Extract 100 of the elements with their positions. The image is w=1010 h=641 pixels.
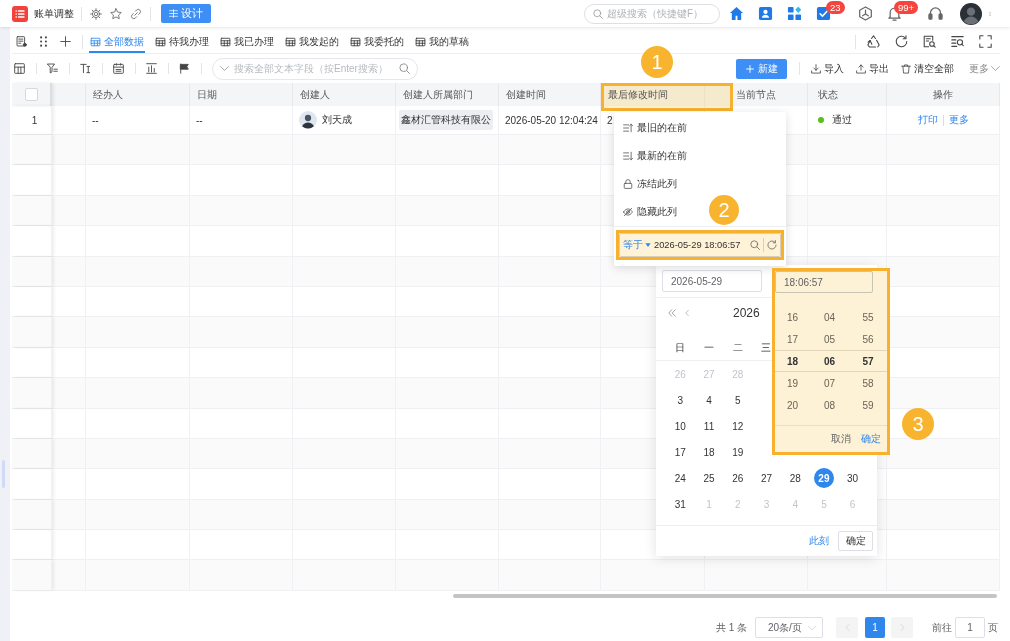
column-header[interactable]: 经办人 xyxy=(93,87,123,102)
view-tab[interactable]: 待我办理 xyxy=(154,30,210,53)
view-tab[interactable]: 全部数据 xyxy=(89,30,145,53)
calendar-icon[interactable] xyxy=(113,63,124,74)
cancel-button[interactable]: 取消 xyxy=(831,432,851,446)
time-option[interactable]: 58 xyxy=(849,372,887,394)
confirm-button[interactable]: 确定 xyxy=(838,531,873,551)
calendar-day[interactable]: 10 xyxy=(670,416,691,436)
calendar-day[interactable]: 4 xyxy=(699,390,720,410)
time-option[interactable]: 17 xyxy=(775,328,810,350)
more-button[interactable]: 更多 xyxy=(969,61,1000,76)
calendar-day[interactable]: 11 xyxy=(699,416,720,436)
recycle-icon[interactable] xyxy=(867,35,880,48)
report-search-icon[interactable] xyxy=(923,35,936,48)
flag-icon[interactable] xyxy=(179,63,190,74)
row-number: 1 xyxy=(31,114,38,126)
settings-icon[interactable] xyxy=(90,7,102,20)
select-all-checkbox[interactable] xyxy=(24,88,38,101)
refresh-icon[interactable] xyxy=(895,35,908,48)
column-header[interactable]: 日期 xyxy=(197,87,217,102)
calendar-day[interactable]: 25 xyxy=(699,468,720,488)
time-option[interactable]: 04 xyxy=(810,306,849,328)
column-header[interactable]: 创建时间 xyxy=(506,87,546,102)
calendar-day[interactable]: 28 xyxy=(785,468,806,488)
calendar-day[interactable]: 5 xyxy=(727,390,748,410)
column-header[interactable]: 状态 xyxy=(818,87,838,102)
time-option[interactable]: 20 xyxy=(775,394,810,416)
filter-value[interactable]: 2026-05-29 18:06:57 xyxy=(654,240,747,250)
home-icon[interactable] xyxy=(729,6,744,21)
form-list-icon[interactable] xyxy=(16,36,27,47)
avatar-icon[interactable] xyxy=(960,2,982,25)
time-option[interactable]: 06 xyxy=(810,350,849,372)
column-header[interactable]: 创建人所属部门 xyxy=(403,87,473,102)
time-option[interactable]: 59 xyxy=(849,394,887,416)
calendar-day[interactable]: 17 xyxy=(670,442,691,462)
time-option[interactable]: 05 xyxy=(810,328,849,350)
column-header[interactable]: 最后修改时间 xyxy=(608,87,668,102)
calendar-day[interactable]: 19 xyxy=(727,442,748,462)
filter-field[interactable]: 等于 2026-05-29 18:06:57 xyxy=(619,233,781,257)
export-button[interactable]: 导出 xyxy=(856,61,889,76)
contacts-icon[interactable] xyxy=(758,6,773,21)
fullscreen-icon[interactable] xyxy=(979,35,992,48)
operator-select[interactable]: 等于 xyxy=(623,238,651,252)
view-tab[interactable]: 我委托的 xyxy=(349,30,405,53)
apps-icon[interactable] xyxy=(787,6,802,21)
bar-chart-icon[interactable] xyxy=(146,63,157,74)
now-link[interactable]: 此刻 xyxy=(809,534,829,548)
filter-icon[interactable] xyxy=(47,63,58,74)
trash-icon xyxy=(901,63,911,74)
list-search-icon[interactable] xyxy=(951,35,964,48)
calendar-day[interactable]: 12 xyxy=(727,416,748,436)
calendar-day[interactable]: 18 xyxy=(699,442,720,462)
page-input[interactable]: 1 xyxy=(955,617,985,638)
column-header[interactable]: 当前节点 xyxy=(736,87,776,102)
page-size-select[interactable]: 20条/页 xyxy=(755,617,823,638)
view-tab[interactable]: 我的草稿 xyxy=(414,30,470,53)
time-option[interactable]: 57 xyxy=(849,350,887,372)
menu-item[interactable]: 隐藏此列 xyxy=(623,205,677,219)
add-icon[interactable] xyxy=(60,36,71,47)
calendar-day[interactable]: 27 xyxy=(756,468,777,488)
search-icon[interactable] xyxy=(750,240,760,250)
clear-all-button[interactable]: 清空全部 xyxy=(901,61,954,76)
time-option[interactable]: 56 xyxy=(849,328,887,350)
drag-dots-icon[interactable] xyxy=(38,36,49,47)
text-size-icon[interactable] xyxy=(80,63,91,74)
menu-item[interactable]: 最新的在前 xyxy=(623,149,687,163)
horizontal-scrollbar[interactable] xyxy=(453,594,997,598)
calendar-day[interactable]: 29 xyxy=(813,468,834,488)
calendar-day[interactable]: 3 xyxy=(670,390,691,410)
calendar-day[interactable]: 26 xyxy=(727,468,748,488)
reset-icon[interactable] xyxy=(767,240,777,250)
time-option[interactable]: 08 xyxy=(810,394,849,416)
calendar-day[interactable]: 24 xyxy=(670,468,691,488)
time-option[interactable]: 07 xyxy=(810,372,849,394)
time-option[interactable]: 18 xyxy=(775,350,810,372)
menu-item[interactable]: 冻结此列 xyxy=(623,177,677,191)
calendar-day[interactable]: 31 xyxy=(670,494,691,514)
task-check-icon[interactable] xyxy=(816,6,831,21)
date-input[interactable]: 2026-05-29 xyxy=(662,270,762,292)
view-tab[interactable]: 我发起的 xyxy=(284,30,340,53)
layout-icon[interactable] xyxy=(14,63,25,74)
view-tab[interactable]: 我已办理 xyxy=(219,30,275,53)
hexagon-icon[interactable] xyxy=(858,6,873,21)
action-link[interactable]: 打印 xyxy=(917,113,938,127)
menu-item[interactable]: 最旧的在前 xyxy=(623,121,687,135)
star-icon[interactable] xyxy=(110,7,122,20)
import-button[interactable]: 导入 xyxy=(811,61,844,76)
time-input[interactable]: 18:06:57 xyxy=(775,271,873,293)
link-icon[interactable] xyxy=(130,7,142,20)
action-link[interactable]: 更多 xyxy=(948,113,969,127)
time-option[interactable]: 19 xyxy=(775,372,810,394)
time-option[interactable]: 55 xyxy=(849,306,887,328)
app-list-icon[interactable] xyxy=(12,5,28,22)
calendar-day[interactable]: 30 xyxy=(842,468,863,488)
column-header[interactable]: 创建人 xyxy=(300,87,330,102)
sidebar-handle[interactable] xyxy=(2,460,5,488)
page-number[interactable]: 1 xyxy=(865,617,885,638)
headset-icon[interactable] xyxy=(928,6,943,21)
time-option[interactable]: 16 xyxy=(775,306,810,328)
column-header[interactable]: 操作 xyxy=(933,87,953,102)
